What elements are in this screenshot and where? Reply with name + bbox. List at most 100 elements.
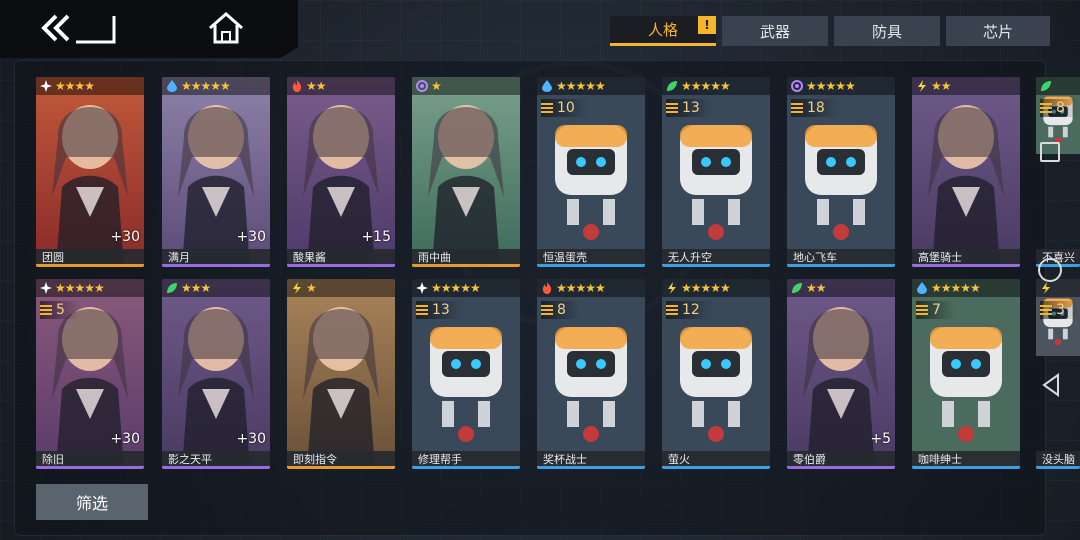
tab-personality[interactable]: 人格 ! <box>610 16 716 46</box>
card-name: 咖啡绅士 <box>912 451 1020 469</box>
tab-label: 武器 <box>759 22 790 41</box>
enhance-level: +30 <box>110 229 140 245</box>
rarity-stars: ★★★★★ <box>556 281 606 295</box>
rarity-stars: ★★★★ <box>55 79 95 93</box>
tab-label: 防具 <box>871 22 902 41</box>
home-button[interactable] <box>206 10 246 46</box>
level-icon <box>666 102 678 114</box>
card-name: 没头脑 <box>1036 451 1080 469</box>
card-header: ★★★★★ <box>36 279 144 297</box>
character-portrait <box>412 77 520 267</box>
level-icon <box>916 304 928 316</box>
rarity-stars: ★★ <box>806 281 826 295</box>
water-icon <box>167 80 177 92</box>
level-icon <box>1040 304 1052 316</box>
card-name: 高堡骑士 <box>912 249 1020 267</box>
level-badge: 8 <box>1040 99 1079 117</box>
character-card[interactable]: ★★★★ +30 团圆 <box>36 77 144 267</box>
character-card[interactable]: ★★★★★ +30 满月 <box>162 77 270 267</box>
rarity-stars: ★★★★★ <box>681 281 731 295</box>
card-name: 雨中曲 <box>412 249 520 267</box>
rarity-stars: ★★★★★ <box>556 79 606 93</box>
level-badge: 13 <box>666 99 714 117</box>
character-card[interactable]: ★★ 高堡骑士 <box>912 77 1020 267</box>
level-badge: 13 <box>416 301 464 319</box>
card-name: 酸果酱 <box>287 249 395 267</box>
filter-label: 筛选 <box>75 494 108 513</box>
bolt-icon <box>918 80 926 92</box>
back-button[interactable] <box>40 10 120 46</box>
card-name: 团圆 <box>36 249 144 267</box>
card-header: ★★ <box>912 77 1020 95</box>
character-card[interactable]: ★★★★★ 12 萤火 <box>662 279 770 469</box>
level-icon <box>416 304 428 316</box>
tab-weapon[interactable]: 武器 <box>722 16 828 46</box>
level-icon <box>666 304 678 316</box>
character-card[interactable]: ★★★★★ 7 咖啡绅士 <box>912 279 1020 469</box>
card-header: ★★★★★ <box>537 77 645 95</box>
card-header <box>1036 77 1080 95</box>
tab-armor[interactable]: 防具 <box>834 16 940 46</box>
card-header: ★ <box>287 279 395 297</box>
card-header: ★★ <box>287 77 395 95</box>
enhance-level: +30 <box>236 229 266 245</box>
character-card[interactable]: ★★★★★ 18 地心飞车 <box>787 77 895 267</box>
enhance-level: +30 <box>110 431 140 447</box>
character-portrait <box>287 279 395 469</box>
character-card[interactable]: 8 不喜兴 <box>1036 77 1080 267</box>
character-card[interactable]: ★★★★★ 8 奖杯战士 <box>537 279 645 469</box>
card-header: ★★ <box>787 279 895 297</box>
character-card[interactable]: ★★★ +30 影之天平 <box>162 279 270 469</box>
character-card[interactable]: ★★★★★ 13 无人升空 <box>662 77 770 267</box>
character-card[interactable]: ★ 雨中曲 <box>412 77 520 267</box>
rarity-stars: ★ <box>306 281 317 295</box>
level-badge: 8 <box>541 301 580 319</box>
character-card[interactable]: ★ 即刻指令 <box>287 279 395 469</box>
category-tabs: 人格 ! 武器 防具 芯片 <box>610 16 1050 46</box>
leaf-icon <box>167 283 177 293</box>
character-card[interactable]: ★★★★★ 13 修理帮手 <box>412 279 520 469</box>
character-card[interactable]: ★★ +5 零伯爵 <box>787 279 895 469</box>
level-icon <box>791 102 803 114</box>
level-value: 12 <box>682 302 700 318</box>
bolt-icon <box>293 282 301 294</box>
enhance-level: +30 <box>236 431 266 447</box>
filter-button[interactable]: 筛选 <box>36 484 148 520</box>
water-icon <box>542 80 552 92</box>
card-header: ★★★★★ <box>662 279 770 297</box>
card-name: 地心飞车 <box>787 249 895 267</box>
card-header: ★★★★★ <box>412 279 520 297</box>
level-badge: 7 <box>916 301 955 319</box>
rarity-stars: ★★★★★ <box>55 281 105 295</box>
home-icon <box>209 12 243 44</box>
card-name: 满月 <box>162 249 270 267</box>
level-value: 18 <box>807 100 825 116</box>
level-value: 5 <box>56 302 65 318</box>
rarity-stars: ★★★★★ <box>931 281 981 295</box>
level-value: 10 <box>557 100 575 116</box>
recent-apps-icon[interactable] <box>1040 142 1060 162</box>
alert-badge: ! <box>698 16 716 34</box>
character-portrait <box>912 77 1020 267</box>
back-nav-icon[interactable] <box>1040 372 1062 398</box>
card-name: 萤火 <box>662 451 770 469</box>
fire-icon <box>292 80 302 92</box>
character-card[interactable]: ★★ +15 酸果酱 <box>287 77 395 267</box>
card-name: 零伯爵 <box>787 451 895 469</box>
leaf-icon <box>792 283 802 293</box>
home-nav-icon[interactable] <box>1038 258 1062 282</box>
character-card[interactable]: ★★★★★ 5 +30 除旧 <box>36 279 144 469</box>
level-badge: 18 <box>791 99 839 117</box>
level-icon <box>541 102 553 114</box>
bolt-icon <box>1042 282 1050 294</box>
card-name: 影之天平 <box>162 451 270 469</box>
rarity-stars: ★★★★★ <box>431 281 481 295</box>
character-card[interactable]: ★★★★★ 10 恒温蛋壳 <box>537 77 645 267</box>
tab-chip[interactable]: 芯片 <box>946 16 1050 46</box>
level-value: 3 <box>1056 302 1065 318</box>
level-value: 13 <box>432 302 450 318</box>
leaf-icon <box>1041 81 1051 91</box>
card-name: 奖杯战士 <box>537 451 645 469</box>
level-value: 7 <box>932 302 941 318</box>
star-icon <box>40 80 52 92</box>
